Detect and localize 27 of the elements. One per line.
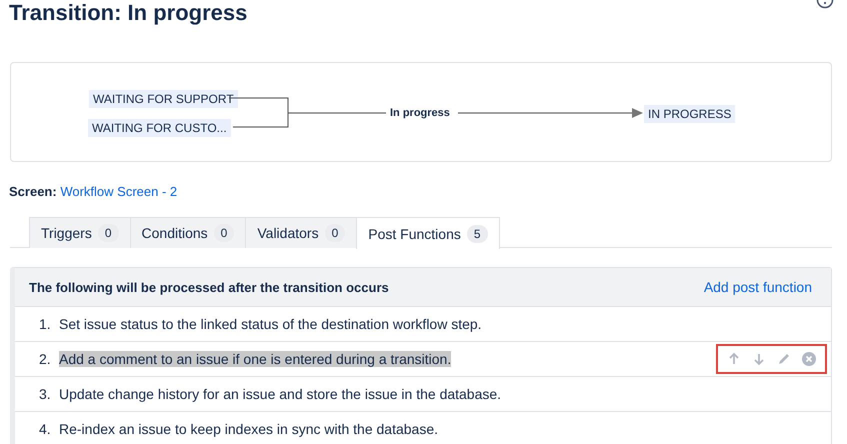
item-number: 4. [39, 421, 52, 437]
screen-label: Screen: [9, 184, 57, 199]
item-number: 2. [39, 351, 52, 367]
tab[interactable]: Validators 0 [245, 217, 358, 248]
tab[interactable]: Triggers 0 [29, 217, 131, 248]
add-post-function-link[interactable]: Add post function [704, 279, 812, 295]
status-lozenge: WAITING FOR CUSTO... [88, 119, 231, 137]
post-function-text: Add a comment to an issue if one is entered during a transition. [59, 351, 452, 367]
post-function-text: Update change history for an issue and store the issue in the database. [59, 386, 502, 402]
post-function-text: Re-index an issue to keep indexes in sync with the database. [59, 421, 438, 437]
status-lozenge: IN PROGRESS [644, 105, 736, 123]
count-badge: 0 [324, 224, 346, 242]
item-number: 3. [39, 386, 52, 402]
pencil-icon[interactable] [776, 351, 792, 367]
tab[interactable]: Conditions 0 [130, 217, 246, 248]
count-badge: 0 [214, 224, 234, 242]
item-number: 1. [39, 316, 52, 332]
page-title: Transition: In progress [9, 0, 248, 26]
count-badge: 0 [98, 224, 119, 242]
tab[interactable]: Post Functions 5 [356, 217, 500, 249]
panel-heading: The following will be processed after the transition occurs [29, 280, 389, 294]
count-badge: 5 [466, 224, 488, 242]
screen-link[interactable]: Workflow Screen - 2 [60, 184, 178, 199]
post-function-text: Set issue status to the linked status of the destination workflow step. [59, 316, 482, 332]
transition-label: In progress [390, 106, 450, 120]
status-lozenge: WAITING FOR SUPPORT [89, 90, 238, 108]
remove-icon[interactable] [801, 351, 817, 367]
